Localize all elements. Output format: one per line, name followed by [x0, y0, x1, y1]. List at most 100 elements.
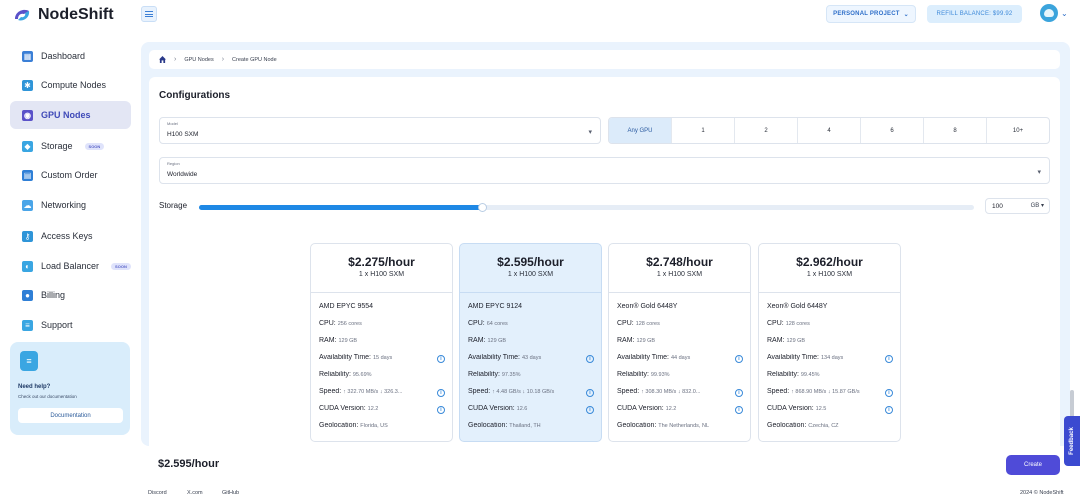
logo[interactable]: NodeShift — [12, 4, 114, 26]
storage-input[interactable]: 100 GB ▾ — [985, 198, 1050, 214]
plan-geolocation-row: Geolocation: Thailand, TH — [468, 422, 596, 429]
sidebar-item-billing[interactable]: ● Billing — [10, 281, 131, 309]
plan-cuda-version-label: CUDA Version: — [617, 405, 664, 412]
plan-card[interactable]: $2.275/hour 1 x H100 SXM AMD EPYC 9554 CPU:… — [310, 243, 453, 442]
sidebar-item-label: Billing — [41, 290, 66, 300]
plan-ram-label: RAM: — [468, 337, 486, 344]
model-select[interactable]: Model H100 SXM ▾ — [159, 117, 601, 144]
info-icon[interactable]: i — [735, 406, 743, 414]
plan-card[interactable]: $2.595/hour 1 x H100 SXM AMD EPYC 9124 CPU:… — [459, 243, 602, 442]
plan-ram-value: 129 GB — [487, 338, 507, 344]
help-card: ≡ Need help? Check out our documentation… — [10, 342, 130, 435]
order-icon: ▤ — [22, 169, 33, 181]
info-icon[interactable]: i — [735, 355, 743, 363]
info-icon[interactable]: i — [586, 355, 594, 363]
chip-icon: ✱ — [22, 79, 33, 91]
plan-reliability-row: Reliability: 97.35% — [468, 371, 596, 378]
configurations-panel: Configurations Model H100 SXM ▾ Any GPU 1… — [149, 77, 1060, 446]
avatar-face-icon — [1044, 9, 1054, 17]
key-icon: ⚷ — [22, 230, 33, 242]
sidebar-item-storage[interactable]: ◆ Storage SOON — [10, 132, 131, 160]
plan-geolocation-label: Geolocation: — [468, 422, 508, 429]
gpu-option-10plus[interactable]: 10+ — [986, 118, 1049, 143]
feedback-tab[interactable]: Feedback — [1064, 416, 1080, 466]
home-icon[interactable] — [159, 56, 166, 63]
plan-cuda-version-label: CUDA Version: — [468, 405, 515, 412]
sidebar-item-label: Dashboard — [41, 51, 86, 61]
chevron-right-icon: › — [221, 56, 225, 63]
plan-availability-label: Availability Time: — [617, 354, 670, 361]
info-icon[interactable]: i — [885, 389, 893, 397]
avatar[interactable] — [1040, 4, 1058, 22]
sidebar-item-access-keys[interactable]: ⚷ Access Keys — [10, 222, 131, 250]
sidebar-item-label: Support — [41, 320, 73, 330]
plan-availability-row: Availability Time: 15 days — [319, 354, 447, 361]
footer-link-discord[interactable]: Discord — [148, 490, 167, 496]
project-selector[interactable]: PERSONAL PROJECT ⌄ — [826, 5, 916, 23]
footer-link-x[interactable]: X.com — [187, 490, 203, 496]
sidebar-item-gpu-nodes[interactable]: ◉ GPU Nodes — [10, 101, 131, 129]
plan-cuda-version-row: CUDA Version: 12.2 — [319, 405, 447, 412]
gpu-option-2[interactable]: 2 — [734, 118, 797, 143]
plan-ram-value: 129 GB — [786, 338, 806, 344]
sidebar-item-compute-nodes[interactable]: ✱ Compute Nodes — [10, 71, 131, 99]
plan-availability-value: 44 days — [670, 355, 691, 361]
model-label: Model — [167, 121, 178, 126]
plan-cpu-label: CPU: — [767, 320, 784, 327]
plan-speed-value: ↑ 4.48 GB/s ↓ 10.18 GB/s — [492, 389, 555, 395]
plan-cuda-version-value: 12.2 — [367, 406, 379, 412]
plan-reliability-value: 99.45% — [800, 372, 820, 378]
app-name: NodeShift — [38, 6, 114, 23]
info-icon[interactable]: i — [586, 389, 594, 397]
create-button[interactable]: Create — [1006, 455, 1060, 475]
plan-ram-row: RAM: 129 GB — [617, 337, 745, 344]
info-icon[interactable]: i — [735, 389, 743, 397]
region-select[interactable]: Region Worldwide ▾ — [159, 157, 1050, 184]
sidebar-item-load-balancer[interactable]: ◐ Load Balancer SOON — [10, 252, 131, 280]
plan-price: $2.748/hour — [646, 255, 713, 269]
gpu-option-4[interactable]: 4 — [797, 118, 860, 143]
info-icon[interactable]: i — [437, 406, 445, 414]
plan-cpu-model: AMD EPYC 9124 — [468, 303, 523, 310]
plan-card[interactable]: $2.748/hour 1 x H100 SXM Xeon® Gold 6448Y C… — [608, 243, 751, 442]
plan-cpu-value: 64 cores — [486, 321, 508, 327]
caret-down-icon: ▾ — [1037, 169, 1041, 176]
info-icon[interactable]: i — [437, 355, 445, 363]
nodeshift-logo-icon — [15, 9, 30, 21]
sidebar-item-support[interactable]: ≡ Support — [10, 311, 131, 339]
plan-reliability-row: Reliability: 99.45% — [767, 371, 895, 378]
dashboard-icon: ▦ — [22, 50, 33, 62]
info-icon[interactable]: i — [437, 389, 445, 397]
info-icon[interactable]: i — [885, 355, 893, 363]
storage-slider[interactable] — [199, 203, 974, 212]
breadcrumb-gpu-nodes[interactable]: GPU Nodes — [184, 57, 213, 63]
gpu-option-any[interactable]: Any GPU — [609, 118, 671, 143]
support-icon: ≡ — [22, 319, 33, 331]
storage-slider-handle[interactable] — [477, 203, 487, 212]
plan-price: $2.595/hour — [497, 255, 564, 269]
gpu-option-6[interactable]: 6 — [860, 118, 923, 143]
documentation-button[interactable]: Documentation — [18, 408, 123, 423]
sidebar-item-custom-order[interactable]: ▤ Custom Order — [10, 161, 131, 189]
cloud-icon: ☁ — [22, 199, 33, 211]
info-icon[interactable]: i — [586, 406, 594, 414]
plan-cpu-row: CPU: 128 cores — [617, 320, 745, 327]
plan-card[interactable]: $2.962/hour 1 x H100 SXM Xeon® Gold 6448Y C… — [758, 243, 901, 442]
plan-ram-value: 129 GB — [338, 338, 358, 344]
sidebar-item-networking[interactable]: ☁ Networking — [10, 191, 131, 219]
billing-icon: ● — [22, 289, 33, 301]
chevron-down-icon[interactable]: ⌄ — [1061, 9, 1068, 18]
storage-unit-select[interactable]: GB ▾ — [1031, 202, 1044, 209]
refill-balance-button[interactable]: REFILL BALANCE: $99.92 — [927, 5, 1022, 23]
info-icon[interactable]: i — [885, 406, 893, 414]
gpu-option-8[interactable]: 8 — [923, 118, 986, 143]
plan-geolocation-value: The Netherlands, NL — [658, 423, 710, 429]
plan-speed-value: ↑ 322.70 MB/s ↓ 326.3... — [343, 389, 403, 395]
chevron-down-icon: ⌄ — [903, 11, 909, 18]
menu-toggle-button[interactable] — [141, 6, 157, 22]
footer-link-github[interactable]: GitHub — [222, 490, 239, 496]
plan-speed-row: Speed: ↑ 322.70 MB/s ↓ 326.3... — [319, 388, 447, 395]
sidebar-item-dashboard[interactable]: ▦ Dashboard — [10, 42, 131, 70]
plan-ram-label: RAM: — [767, 337, 785, 344]
gpu-option-1[interactable]: 1 — [671, 118, 734, 143]
